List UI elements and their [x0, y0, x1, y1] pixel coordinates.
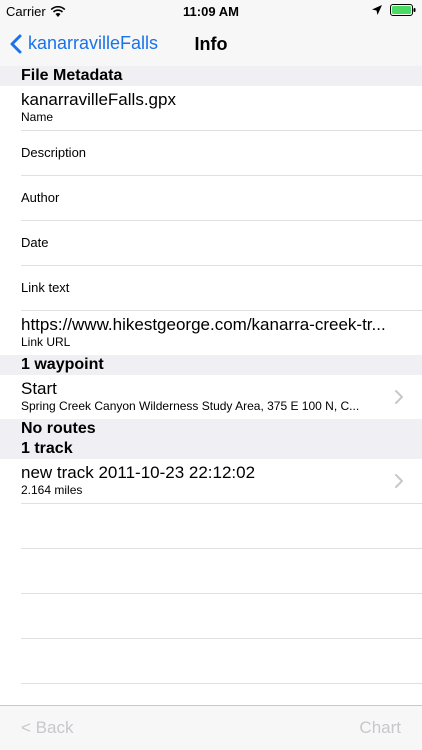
location-arrow-icon	[372, 5, 382, 15]
status-bar: Carrier 11:09 AM	[0, 0, 422, 22]
metadata-row-name[interactable]: kanarravilleFalls.gpx Name	[21, 86, 422, 131]
section-header-waypoints: 1 waypoint	[0, 355, 422, 375]
metadata-row-link-text[interactable]: Link text	[21, 266, 422, 311]
track-row[interactable]: new track 2011-10-23 22:12:02 2.164 mile…	[21, 459, 422, 504]
name-value: kanarravilleFalls.gpx	[21, 90, 176, 109]
link-url-label: Link URL	[21, 335, 71, 349]
navigation-bar: kanarravilleFalls Info	[0, 22, 422, 67]
empty-row	[21, 594, 422, 639]
waypoint-row[interactable]: Start Spring Creek Canyon Wilderness Stu…	[21, 375, 422, 419]
back-button-label: kanarravilleFalls	[28, 33, 159, 53]
bottom-toolbar: < Back Chart	[0, 705, 422, 750]
section-header-routes: No routes	[0, 419, 422, 439]
chevron-left-icon	[10, 34, 22, 53]
metadata-row-date[interactable]: Date	[21, 221, 422, 266]
description-label: Description	[21, 145, 87, 160]
author-label: Author	[21, 190, 60, 205]
metadata-row-description[interactable]: Description	[21, 131, 422, 176]
date-label: Date	[21, 235, 49, 250]
waypoint-subtitle: Spring Creek Canyon Wilderness Study Are…	[21, 399, 360, 413]
metadata-row-link-url[interactable]: https://www.hikestgeorge.com/kanarra-cre…	[21, 311, 422, 355]
page-title: Info	[194, 34, 228, 54]
section-header-tracks: 1 track	[0, 439, 422, 459]
section-header-file-metadata: File Metadata	[0, 66, 422, 86]
empty-row	[21, 504, 422, 549]
status-right	[372, 4, 416, 16]
link-url-value: https://www.hikestgeorge.com/kanarra-cre…	[21, 315, 386, 334]
chevron-right-icon	[395, 390, 403, 404]
metadata-row-author[interactable]: Author	[21, 176, 422, 221]
chevron-right-icon	[395, 474, 403, 488]
chart-button[interactable]: Chart	[359, 718, 401, 738]
toolbar-back-button[interactable]: < Back	[21, 718, 73, 738]
waypoint-title: Start	[21, 379, 57, 398]
battery-icon	[390, 4, 416, 16]
track-title: new track 2011-10-23 22:12:02	[21, 463, 256, 482]
empty-row	[21, 639, 422, 684]
name-label: Name	[21, 110, 54, 124]
status-time: 11:09 AM	[183, 4, 239, 19]
link-text-label: Link text	[21, 280, 70, 295]
track-subtitle: 2.164 miles	[21, 483, 83, 497]
info-table: File Metadata kanarravilleFalls.gpx Name…	[0, 66, 422, 684]
empty-row	[21, 549, 422, 594]
back-button[interactable]: kanarravilleFalls	[10, 33, 158, 54]
